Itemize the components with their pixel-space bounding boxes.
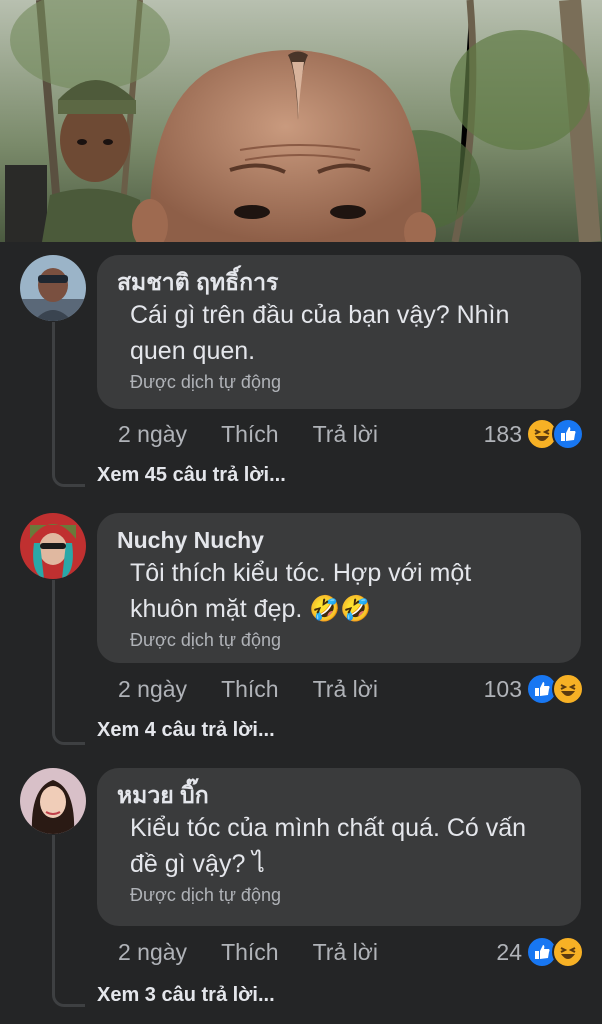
view-replies-link[interactable]: Xem 3 câu trả lời... [97,984,275,1007]
haha-reaction-icon [552,936,584,968]
view-replies-link[interactable]: Xem 4 câu trả lời... [97,719,275,742]
reaction-count: 103 [483,675,522,702]
comment-text-line-2: khuôn mặt đẹp. 🤣🤣 [130,595,372,623]
thread-line [52,580,55,730]
thread-elbow [52,458,85,487]
view-replies-link[interactable]: Xem 45 câu trả lời... [97,464,286,487]
comment-author[interactable]: สมชาติ ฤทธิ์การ [117,267,561,297]
haha-reaction-icon [552,673,584,705]
comment-text-line-2: đề gì vậy? ไ [130,850,265,878]
avatar-image-icon [20,255,86,321]
avatar-image-icon [20,513,86,579]
comment-time[interactable]: 2 ngày [118,676,187,703]
like-button[interactable]: Thích [221,939,279,966]
comment-author[interactable]: หมวย บิ๊ก [117,780,561,810]
reply-button[interactable]: Trả lời [313,939,378,966]
comment-time[interactable]: 2 ngày [118,421,187,448]
avatar-image-icon [20,768,86,834]
thread-line [52,835,55,995]
like-button[interactable]: Thích [221,421,279,448]
reply-button[interactable]: Trả lời [313,676,378,703]
reaction-count: 183 [483,420,522,447]
comment-text-line-1: Kiểu tóc của mình chất quá. Có vấn [130,814,527,842]
comment-text-line-1: Tôi thích kiểu tóc. Hợp với một [130,559,472,587]
comment-actions: 2 ngày Thích Trả lời [118,674,412,704]
comment-actions: 2 ngày Thích Trả lời [118,937,412,967]
reaction-count: 24 [496,938,522,965]
avatar[interactable] [20,513,86,579]
comment-text-line-2: quen quen. [130,337,256,365]
auto-translated-label[interactable]: Được dịch tự động [130,882,561,908]
like-button[interactable]: Thích [221,676,279,703]
reactions-summary[interactable]: 183 [483,418,584,450]
post-photo-illustration [0,0,602,242]
auto-translated-label[interactable]: Được dịch tự động [130,369,561,395]
comment-bubble: Nuchy Nuchy Tôi thích kiểu tóc. Hợp với … [97,513,581,663]
auto-translated-label[interactable]: Được dịch tự động [130,627,561,653]
reply-button[interactable]: Trả lời [313,421,378,448]
comment-bubble: หมวย บิ๊ก Kiểu tóc của mình chất quá. Có… [97,768,581,926]
comment-time[interactable]: 2 ngày [118,939,187,966]
post-photo[interactable] [0,0,602,242]
comment-actions: 2 ngày Thích Trả lời [118,419,412,449]
reactions-summary[interactable]: 24 [496,936,584,968]
avatar[interactable] [20,255,86,321]
comment-bubble: สมชาติ ฤทธิ์การ Cái gì trên đầu của bạn … [97,255,581,409]
reactions-summary[interactable]: 103 [483,673,584,705]
thread-elbow [52,716,85,745]
like-reaction-icon [552,418,584,450]
comments-section: สมชาติ ฤทธิ์การ Cái gì trên đầu của bạn … [0,242,602,1024]
comment-author[interactable]: Nuchy Nuchy [117,525,561,555]
thread-line [52,322,55,472]
comment-text-line-1: Cái gì trên đầu của bạn vậy? Nhìn [130,301,510,329]
avatar[interactable] [20,768,86,834]
thread-elbow [52,978,85,1007]
